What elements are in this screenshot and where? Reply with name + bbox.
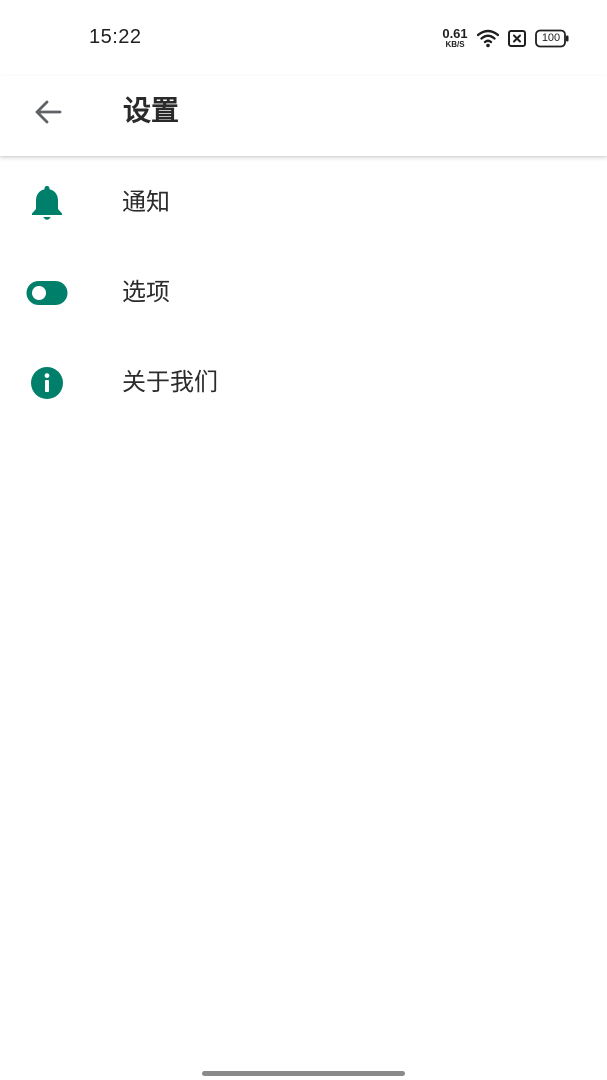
no-sim-icon	[508, 30, 526, 47]
home-indicator[interactable]	[202, 1071, 405, 1076]
status-time: 15:22	[89, 26, 142, 48]
network-speed-value: 0.61	[442, 26, 468, 41]
settings-item-options[interactable]: 选项	[0, 248, 607, 338]
arrow-left-icon	[35, 100, 62, 124]
back-button[interactable]	[22, 86, 74, 138]
bell-icon	[22, 183, 72, 223]
settings-item-notifications[interactable]: 通知	[0, 158, 607, 248]
settings-item-label: 通知	[122, 188, 170, 216]
status-bar: 15:22 0.61 KB/S 100	[0, 0, 607, 76]
wifi-icon	[477, 29, 499, 48]
settings-screen: 15:22 0.61 KB/S 100 设置 通知 选项 关于我们	[0, 0, 607, 1080]
app-bar: 设置	[0, 76, 607, 156]
toggle-icon	[22, 273, 72, 313]
settings-item-label: 选项	[122, 278, 170, 306]
info-icon	[22, 363, 72, 403]
battery-level: 100	[541, 32, 561, 44]
network-speed-unit: KB/S	[445, 40, 465, 49]
settings-item-label: 关于我们	[122, 368, 218, 396]
page-title: 设置	[123, 94, 180, 127]
settings-item-about[interactable]: 关于我们	[0, 338, 607, 428]
settings-list: 通知 选项 关于我们	[0, 158, 607, 428]
network-speed: 0.61 KB/S	[440, 27, 470, 49]
